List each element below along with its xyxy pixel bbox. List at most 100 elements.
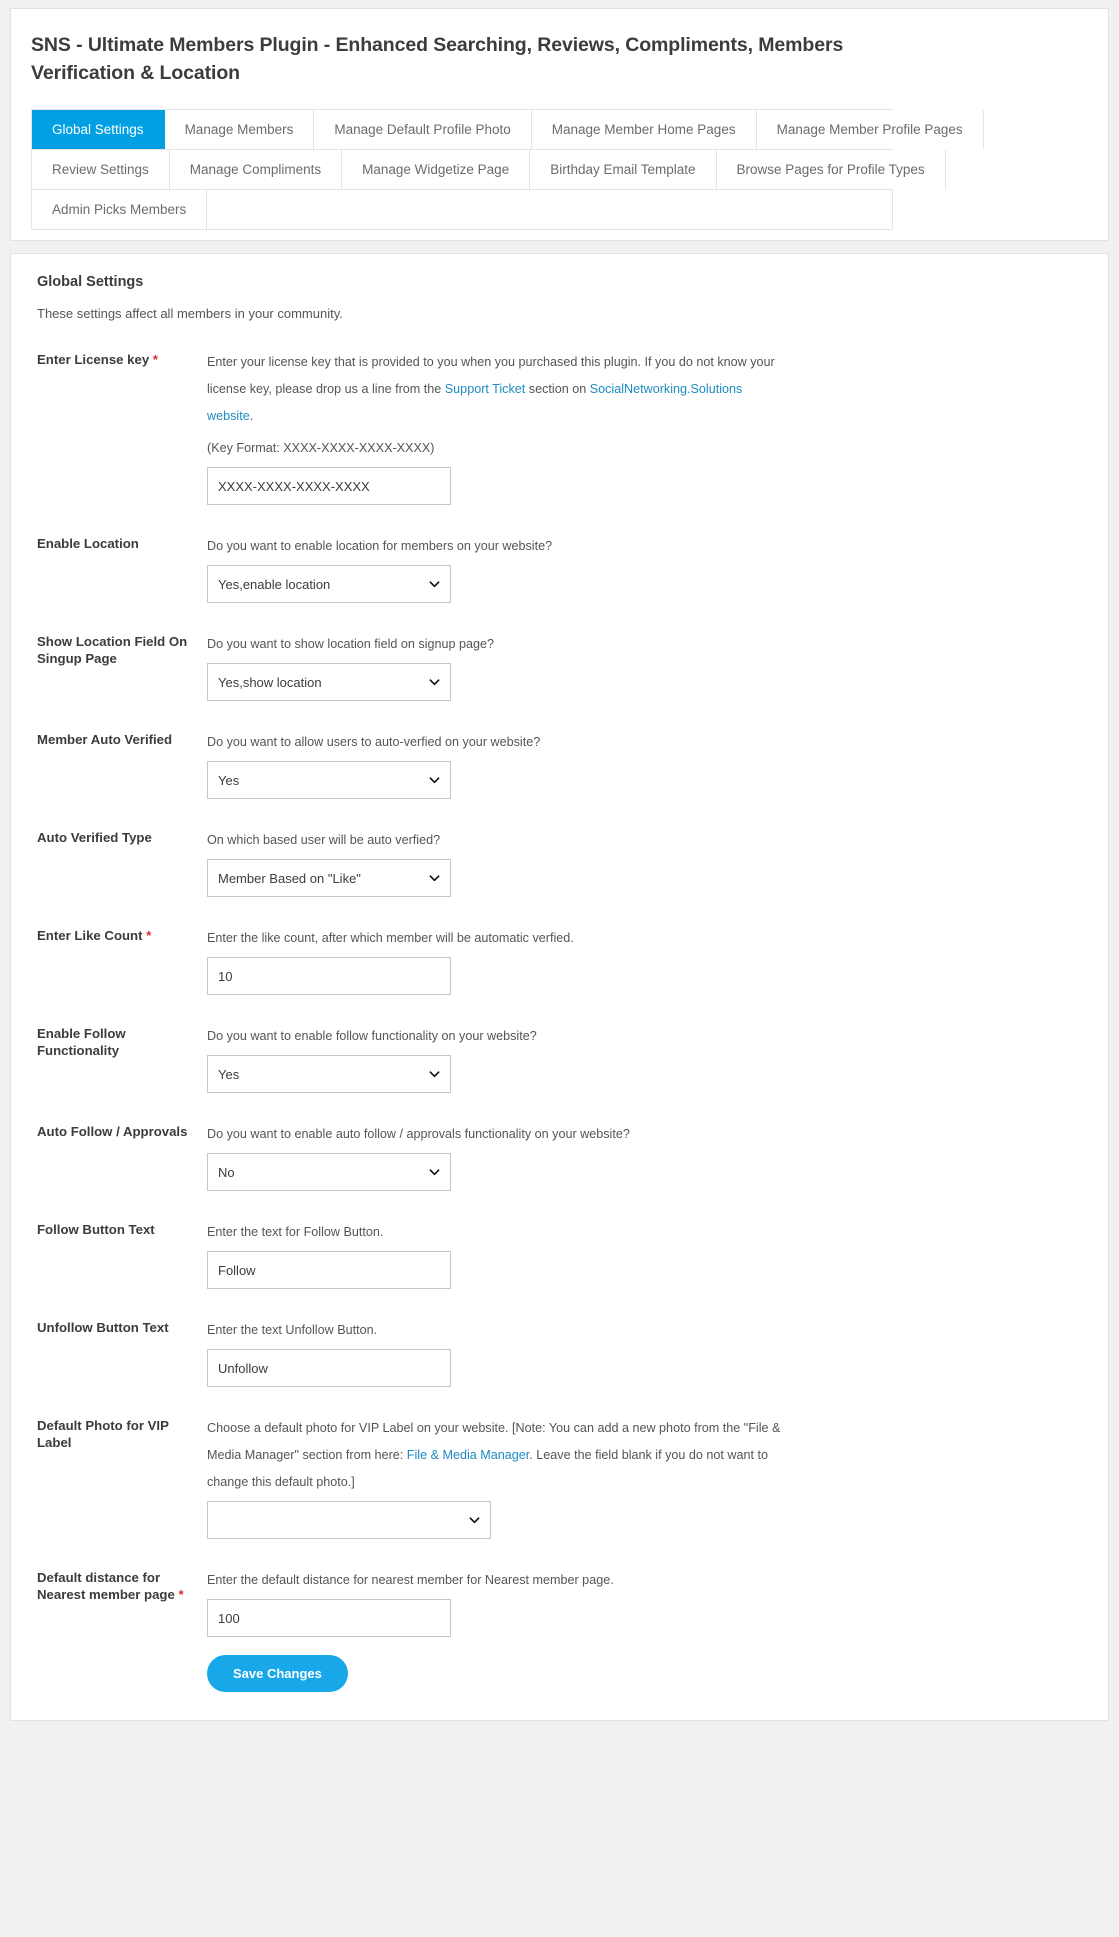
default-distance-body: Enter the default distance for nearest m… — [197, 1567, 1090, 1637]
license-key-label: Enter License key * — [37, 349, 197, 368]
default-distance-description: Enter the default distance for nearest m… — [207, 1573, 614, 1587]
vip-photo-body: Choose a default photo for VIP Label on … — [197, 1415, 1090, 1539]
field-license-key: Enter License key * Enter your license k… — [29, 349, 1090, 505]
tab-review-settings[interactable]: Review Settings — [32, 150, 170, 189]
chevron-down-icon — [429, 875, 440, 882]
panel-subtitle: These settings affect all members in you… — [37, 306, 343, 321]
license-key-input[interactable] — [207, 467, 451, 505]
chevron-down-icon — [469, 1517, 480, 1524]
unfollow-button-text-input[interactable] — [207, 1349, 451, 1387]
show-location-signup-value: Yes,show location — [218, 674, 322, 690]
member-auto-verified-label: Member Auto Verified — [37, 732, 173, 747]
like-count-label-text: Enter Like Count — [37, 928, 143, 943]
chevron-down-icon — [429, 1071, 440, 1078]
auto-follow-description: Do you want to enable auto follow / appr… — [207, 1127, 630, 1141]
enable-location-description: Do you want to enable location for membe… — [207, 539, 553, 553]
show-location-signup-select[interactable]: Yes,show location — [207, 663, 451, 701]
field-default-distance: Default distance for Nearest member page… — [29, 1567, 1090, 1637]
tab-row-3-filler — [207, 190, 892, 229]
enable-location-label: Enable Location — [37, 536, 139, 551]
chevron-down-icon — [429, 679, 440, 686]
panel-title: Global Settings — [37, 274, 144, 290]
tab-row-1-filler — [983, 110, 1024, 149]
auto-follow-body: Do you want to enable auto follow / appr… — [197, 1121, 1090, 1191]
unfollow-button-text-body: Enter the text Unfollow Button. — [197, 1317, 1090, 1387]
vip-photo-description: Choose a default photo for VIP Label on … — [207, 1415, 787, 1496]
license-key-format: (Key Format: XXXX-XXXX-XXXX-XXXX) — [207, 441, 435, 455]
enable-follow-body: Do you want to enable follow functionali… — [197, 1023, 1090, 1093]
tab-manage-member-home-pages[interactable]: Manage Member Home Pages — [531, 110, 757, 149]
like-count-body: Enter the like count, after which member… — [197, 925, 1090, 995]
enable-follow-select[interactable]: Yes — [207, 1055, 451, 1093]
chevron-down-icon — [429, 1169, 440, 1176]
save-changes-button[interactable]: Save Changes — [207, 1655, 348, 1692]
auto-follow-select[interactable]: No — [207, 1153, 451, 1191]
auto-verified-type-label: Auto Verified Type — [37, 830, 152, 845]
support-ticket-link[interactable]: Support Ticket — [445, 382, 526, 396]
tab-manage-compliments[interactable]: Manage Compliments — [169, 150, 343, 189]
required-asterisk: * — [178, 1587, 184, 1602]
unfollow-button-text-label: Unfollow Button Text — [37, 1320, 169, 1335]
tab-navigation: Global Settings Manage Members Manage De… — [31, 109, 1024, 230]
enable-follow-value: Yes — [218, 1066, 240, 1082]
follow-button-text-label: Follow Button Text — [37, 1222, 155, 1237]
field-enable-location: Enable Location Do you want to enable lo… — [29, 533, 1090, 603]
field-enable-follow: Enable Follow Functionality Do you want … — [29, 1023, 1090, 1093]
tab-row-2: Review Settings Manage Compliments Manag… — [32, 150, 986, 190]
tab-manage-default-profile-photo[interactable]: Manage Default Profile Photo — [314, 110, 532, 149]
follow-button-text-input[interactable] — [207, 1251, 451, 1289]
default-distance-input[interactable] — [207, 1599, 451, 1637]
field-auto-follow: Auto Follow / Approvals Do you want to e… — [29, 1121, 1090, 1191]
tab-manage-widgetize-page[interactable]: Manage Widgetize Page — [342, 150, 531, 189]
enable-location-select[interactable]: Yes,enable location — [207, 565, 451, 603]
license-key-label-text: Enter License key — [37, 352, 150, 367]
tab-row-3: Admin Picks Members — [32, 190, 892, 229]
chevron-down-icon — [429, 581, 440, 588]
tab-global-settings[interactable]: Global Settings — [32, 110, 165, 149]
auto-follow-label: Auto Follow / Approvals — [37, 1124, 188, 1139]
save-row: Save Changes — [29, 1655, 1090, 1692]
enable-location-body: Do you want to enable location for membe… — [197, 533, 1090, 603]
tab-birthday-email-template[interactable]: Birthday Email Template — [530, 150, 717, 189]
unfollow-button-text-description: Enter the text Unfollow Button. — [207, 1323, 378, 1337]
page-title: SNS - Ultimate Members Plugin - Enhanced… — [31, 34, 844, 84]
show-location-signup-description: Do you want to show location field on si… — [207, 637, 495, 651]
tab-manage-member-profile-pages[interactable]: Manage Member Profile Pages — [756, 110, 984, 149]
show-location-signup-body: Do you want to show location field on si… — [197, 631, 1090, 701]
enable-follow-description: Do you want to enable follow functionali… — [207, 1029, 537, 1043]
field-auto-verified-type: Auto Verified Type On which based user w… — [29, 827, 1090, 897]
show-location-signup-label: Show Location Field On Singup Page — [37, 634, 188, 666]
like-count-input[interactable] — [207, 957, 451, 995]
license-key-body: Enter your license key that is provided … — [197, 349, 1090, 505]
vip-photo-label: Default Photo for VIP Label — [37, 1418, 169, 1450]
field-follow-button-text: Follow Button Text Enter the text for Fo… — [29, 1219, 1090, 1289]
enable-follow-label: Enable Follow Functionality — [37, 1026, 126, 1058]
member-auto-verified-value: Yes — [218, 772, 240, 788]
tab-manage-members[interactable]: Manage Members — [164, 110, 315, 149]
member-auto-verified-body: Do you want to allow users to auto-verfi… — [197, 729, 1090, 799]
required-asterisk: * — [146, 928, 152, 943]
tab-row-1: Global Settings Manage Members Manage De… — [32, 110, 1024, 150]
tab-browse-pages-for-profile-types[interactable]: Browse Pages for Profile Types — [716, 150, 946, 189]
auto-verified-type-select[interactable]: Member Based on "Like" — [207, 859, 451, 897]
file-media-manager-link[interactable]: File & Media Manager — [407, 1448, 530, 1462]
member-auto-verified-select[interactable]: Yes — [207, 761, 451, 799]
like-count-label: Enter Like Count * — [37, 925, 197, 944]
tab-row-2-filler — [945, 150, 986, 189]
page-header-card: SNS - Ultimate Members Plugin - Enhanced… — [10, 8, 1109, 241]
field-like-count: Enter Like Count * Enter the like count,… — [29, 925, 1090, 995]
default-distance-label-text: Default distance for Nearest member page — [37, 1570, 175, 1602]
enable-location-value: Yes,enable location — [218, 576, 331, 592]
field-unfollow-button-text: Unfollow Button Text Enter the text Unfo… — [29, 1317, 1090, 1387]
member-auto-verified-description: Do you want to allow users to auto-verfi… — [207, 735, 541, 749]
auto-verified-type-body: On which based user will be auto verfied… — [197, 827, 1090, 897]
default-distance-label: Default distance for Nearest member page… — [37, 1567, 197, 1603]
field-show-location-signup: Show Location Field On Singup Page Do yo… — [29, 631, 1090, 701]
follow-button-text-description: Enter the text for Follow Button. — [207, 1225, 384, 1239]
chevron-down-icon — [429, 777, 440, 784]
field-member-auto-verified: Member Auto Verified Do you want to allo… — [29, 729, 1090, 799]
tab-admin-picks-members[interactable]: Admin Picks Members — [32, 190, 208, 229]
vip-photo-select[interactable] — [207, 1501, 491, 1539]
license-key-description: Enter your license key that is provided … — [207, 349, 787, 430]
required-asterisk: * — [152, 352, 158, 367]
